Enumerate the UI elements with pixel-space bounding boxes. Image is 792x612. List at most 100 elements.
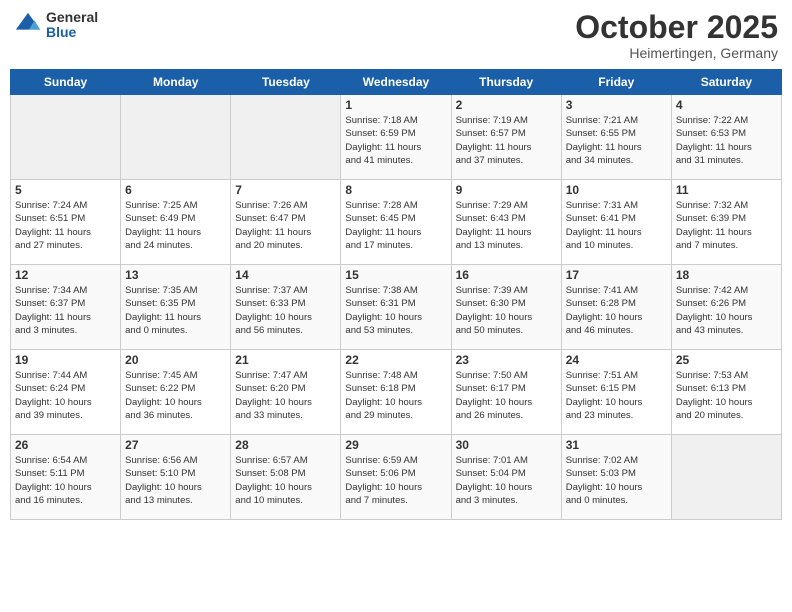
day-number: 4 bbox=[676, 98, 777, 112]
calendar-cell: 26 Sunrise: 6:54 AM Sunset: 5:11 PM Dayli… bbox=[11, 435, 121, 520]
logo: General Blue bbox=[14, 10, 98, 41]
day-number: 30 bbox=[456, 438, 557, 452]
day-number: 29 bbox=[345, 438, 446, 452]
calendar-cell: 19Sunrise: 7:44 AM Sunset: 6:24 PM Dayli… bbox=[11, 350, 121, 435]
calendar-cell: 18Sunrise: 7:42 AM Sunset: 6:26 PM Dayli… bbox=[671, 265, 781, 350]
day-info: Sunrise: 7:29 AM Sunset: 6:43 PM Dayligh… bbox=[456, 199, 557, 252]
calendar-cell: 4Sunrise: 7:22 AM Sunset: 6:53 PM Daylig… bbox=[671, 95, 781, 180]
day-header-monday: Monday bbox=[121, 70, 231, 95]
calendar-cell bbox=[231, 95, 341, 180]
day-number: 22 bbox=[345, 353, 446, 367]
day-number: 7 bbox=[235, 183, 336, 197]
calendar-cell: 11 Sunrise: 7:32 AM Sunset: 6:39 PM Dayli… bbox=[671, 180, 781, 265]
day-info: Sunrise: 7:18 AM Sunset: 6:59 PM Dayligh… bbox=[345, 114, 446, 167]
day-number: 26 bbox=[15, 438, 116, 452]
calendar-cell: 17 Sunrise: 7:41 AM Sunset: 6:28 PM Dayli… bbox=[561, 265, 671, 350]
calendar-header-row: SundayMondayTuesdayWednesdayThursdayFrid… bbox=[11, 70, 782, 95]
calendar-week-1: 1 Sunrise: 7:18 AM Sunset: 6:59 PM Daylig… bbox=[11, 95, 782, 180]
day-info: Sunrise: 7:34 AM Sunset: 6:37 PM Dayligh… bbox=[15, 284, 116, 337]
calendar-cell: 28Sunrise: 6:57 AM Sunset: 5:08 PM Dayli… bbox=[231, 435, 341, 520]
day-number: 24 bbox=[566, 353, 667, 367]
calendar-cell: 20 Sunrise: 7:45 AM Sunset: 6:22 PM Dayli… bbox=[121, 350, 231, 435]
day-info: Sunrise: 7:21 AM Sunset: 6:55 PM Dayligh… bbox=[566, 114, 667, 167]
day-header-thursday: Thursday bbox=[451, 70, 561, 95]
day-info: Sunrise: 7:19 AM Sunset: 6:57 PM Dayligh… bbox=[456, 114, 557, 167]
calendar-week-5: 26 Sunrise: 6:54 AM Sunset: 5:11 PM Dayli… bbox=[11, 435, 782, 520]
calendar-cell: 14 Sunrise: 7:37 AM Sunset: 6:33 PM Dayli… bbox=[231, 265, 341, 350]
day-number: 14 bbox=[235, 268, 336, 282]
day-number: 13 bbox=[125, 268, 226, 282]
day-info: Sunrise: 7:02 AM Sunset: 5:03 PM Dayligh… bbox=[566, 454, 667, 507]
calendar-cell: 8 Sunrise: 7:28 AM Sunset: 6:45 PM Daylig… bbox=[341, 180, 451, 265]
calendar-cell: 6Sunrise: 7:25 AM Sunset: 6:49 PM Daylig… bbox=[121, 180, 231, 265]
day-number: 16 bbox=[456, 268, 557, 282]
calendar-cell: 2 Sunrise: 7:19 AM Sunset: 6:57 PM Daylig… bbox=[451, 95, 561, 180]
day-number: 17 bbox=[566, 268, 667, 282]
calendar-cell: 31 Sunrise: 7:02 AM Sunset: 5:03 PM Dayli… bbox=[561, 435, 671, 520]
day-number: 28 bbox=[235, 438, 336, 452]
calendar-week-4: 19Sunrise: 7:44 AM Sunset: 6:24 PM Dayli… bbox=[11, 350, 782, 435]
calendar-week-3: 12Sunrise: 7:34 AM Sunset: 6:37 PM Dayli… bbox=[11, 265, 782, 350]
day-info: Sunrise: 7:42 AM Sunset: 6:26 PM Dayligh… bbox=[676, 284, 777, 337]
calendar-cell: 9 Sunrise: 7:29 AM Sunset: 6:43 PM Daylig… bbox=[451, 180, 561, 265]
day-header-wednesday: Wednesday bbox=[341, 70, 451, 95]
day-number: 15 bbox=[345, 268, 446, 282]
calendar-cell bbox=[11, 95, 121, 180]
calendar-cell: 29 Sunrise: 6:59 AM Sunset: 5:06 PM Dayli… bbox=[341, 435, 451, 520]
calendar-cell: 1 Sunrise: 7:18 AM Sunset: 6:59 PM Daylig… bbox=[341, 95, 451, 180]
day-number: 20 bbox=[125, 353, 226, 367]
day-info: Sunrise: 7:48 AM Sunset: 6:18 PM Dayligh… bbox=[345, 369, 446, 422]
calendar-cell: 23 Sunrise: 7:50 AM Sunset: 6:17 PM Dayli… bbox=[451, 350, 561, 435]
calendar-cell: 21 Sunrise: 7:47 AM Sunset: 6:20 PM Dayli… bbox=[231, 350, 341, 435]
calendar-cell bbox=[671, 435, 781, 520]
calendar-cell: 5Sunrise: 7:24 AM Sunset: 6:51 PM Daylig… bbox=[11, 180, 121, 265]
day-info: Sunrise: 7:01 AM Sunset: 5:04 PM Dayligh… bbox=[456, 454, 557, 507]
title-section: October 2025 Heimertingen, Germany bbox=[575, 10, 778, 61]
day-number: 10 bbox=[566, 183, 667, 197]
logo-general-text: General bbox=[46, 10, 98, 25]
day-header-saturday: Saturday bbox=[671, 70, 781, 95]
day-info: Sunrise: 7:37 AM Sunset: 6:33 PM Dayligh… bbox=[235, 284, 336, 337]
day-number: 11 bbox=[676, 183, 777, 197]
day-info: Sunrise: 7:47 AM Sunset: 6:20 PM Dayligh… bbox=[235, 369, 336, 422]
day-info: Sunrise: 7:35 AM Sunset: 6:35 PM Dayligh… bbox=[125, 284, 226, 337]
day-info: Sunrise: 7:28 AM Sunset: 6:45 PM Dayligh… bbox=[345, 199, 446, 252]
day-number: 8 bbox=[345, 183, 446, 197]
day-number: 25 bbox=[676, 353, 777, 367]
day-info: Sunrise: 7:45 AM Sunset: 6:22 PM Dayligh… bbox=[125, 369, 226, 422]
calendar-cell bbox=[121, 95, 231, 180]
day-number: 3 bbox=[566, 98, 667, 112]
day-info: Sunrise: 6:59 AM Sunset: 5:06 PM Dayligh… bbox=[345, 454, 446, 507]
day-info: Sunrise: 7:51 AM Sunset: 6:15 PM Dayligh… bbox=[566, 369, 667, 422]
day-header-sunday: Sunday bbox=[11, 70, 121, 95]
logo-blue-text: Blue bbox=[46, 25, 98, 40]
day-info: Sunrise: 6:54 AM Sunset: 5:11 PM Dayligh… bbox=[15, 454, 116, 507]
day-number: 9 bbox=[456, 183, 557, 197]
calendar-cell: 12Sunrise: 7:34 AM Sunset: 6:37 PM Dayli… bbox=[11, 265, 121, 350]
calendar-cell: 30 Sunrise: 7:01 AM Sunset: 5:04 PM Dayli… bbox=[451, 435, 561, 520]
calendar-cell: 22 Sunrise: 7:48 AM Sunset: 6:18 PM Dayli… bbox=[341, 350, 451, 435]
day-info: Sunrise: 7:32 AM Sunset: 6:39 PM Dayligh… bbox=[676, 199, 777, 252]
day-info: Sunrise: 7:26 AM Sunset: 6:47 PM Dayligh… bbox=[235, 199, 336, 252]
day-info: Sunrise: 7:38 AM Sunset: 6:31 PM Dayligh… bbox=[345, 284, 446, 337]
calendar-cell: 24 Sunrise: 7:51 AM Sunset: 6:15 PM Dayli… bbox=[561, 350, 671, 435]
calendar-cell: 16Sunrise: 7:39 AM Sunset: 6:30 PM Dayli… bbox=[451, 265, 561, 350]
day-number: 23 bbox=[456, 353, 557, 367]
calendar-cell: 15 Sunrise: 7:38 AM Sunset: 6:31 PM Dayli… bbox=[341, 265, 451, 350]
calendar-cell: 10Sunrise: 7:31 AM Sunset: 6:41 PM Dayli… bbox=[561, 180, 671, 265]
day-number: 21 bbox=[235, 353, 336, 367]
calendar-table: SundayMondayTuesdayWednesdayThursdayFrid… bbox=[10, 69, 782, 520]
logo-text: General Blue bbox=[46, 10, 98, 41]
day-number: 1 bbox=[345, 98, 446, 112]
day-number: 5 bbox=[15, 183, 116, 197]
day-info: Sunrise: 6:56 AM Sunset: 5:10 PM Dayligh… bbox=[125, 454, 226, 507]
calendar-cell: 27 Sunrise: 6:56 AM Sunset: 5:10 PM Dayli… bbox=[121, 435, 231, 520]
day-info: Sunrise: 7:50 AM Sunset: 6:17 PM Dayligh… bbox=[456, 369, 557, 422]
day-number: 2 bbox=[456, 98, 557, 112]
day-info: Sunrise: 7:41 AM Sunset: 6:28 PM Dayligh… bbox=[566, 284, 667, 337]
day-number: 27 bbox=[125, 438, 226, 452]
day-number: 31 bbox=[566, 438, 667, 452]
day-header-tuesday: Tuesday bbox=[231, 70, 341, 95]
day-number: 19 bbox=[15, 353, 116, 367]
page-header: General Blue October 2025 Heimertingen, … bbox=[10, 10, 782, 61]
